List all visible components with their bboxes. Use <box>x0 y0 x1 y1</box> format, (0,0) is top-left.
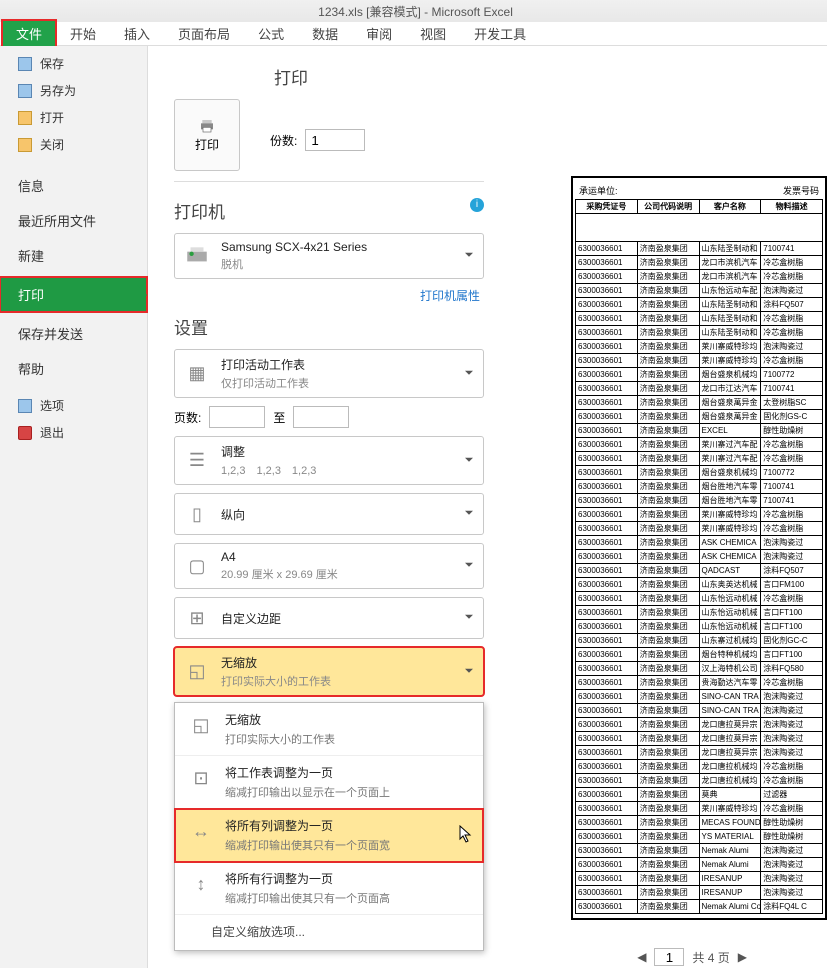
side-recent[interactable]: 最近所用文件 <box>0 203 147 238</box>
pager-next-icon[interactable]: ▶ <box>738 950 747 964</box>
settings-heading: 设置 <box>174 314 484 339</box>
side-open[interactable]: 打开 <box>0 104 147 131</box>
print-heading: 打印 <box>274 64 365 89</box>
printer-properties-link[interactable]: 打印机属性 <box>174 287 480 304</box>
tab-insert[interactable]: 插入 <box>110 20 164 47</box>
scaling-dropdown[interactable]: ◱ 无缩放 打印实际大小的工作表 <box>174 647 484 696</box>
side-info[interactable]: 信息 <box>0 168 147 203</box>
portrait-icon: ▯ <box>183 500 211 528</box>
scaling-option-none[interactable]: ◱ 无缩放 打印实际大小的工作表 <box>175 703 483 756</box>
printer-icon <box>199 118 215 134</box>
title-bar: 1234.xls [兼容模式] - Microsoft Excel <box>0 0 827 22</box>
printer-heading: 打印机 <box>174 198 225 223</box>
paper-dropdown[interactable]: ▢ A4 20.99 厘米 x 29.69 厘米 <box>174 543 484 589</box>
fit-rows-icon: ↕ <box>187 870 215 898</box>
pager: ◀ 共 4 页 ▶ <box>637 948 747 966</box>
copies-input[interactable] <box>305 129 365 151</box>
scaling-option-fit-rows[interactable]: ↕ 将所有行调整为一页 缩减打印输出使其只有一个页面高 <box>175 862 483 915</box>
pages-to: 至 <box>273 409 285 426</box>
pager-prev-icon[interactable]: ◀ <box>637 950 646 964</box>
tab-review[interactable]: 审阅 <box>352 20 406 47</box>
info-icon[interactable]: i <box>470 198 484 212</box>
ribbon: 文件 开始 插入 页面布局 公式 数据 审阅 视图 开发工具 <box>0 22 827 46</box>
options-icon <box>18 399 32 413</box>
orientation-dropdown[interactable]: ▯ 纵向 <box>174 493 484 535</box>
saveas-icon <box>18 84 32 98</box>
printer-name: Samsung SCX-4x21 Series <box>221 240 367 254</box>
tab-view[interactable]: 视图 <box>406 20 460 47</box>
preview-table: 采购凭证号公司代码说明客户名称物料描述 6300036601济南盈泉集团山东陆圣… <box>575 199 823 914</box>
cursor-icon <box>459 825 473 846</box>
print-button[interactable]: 打印 <box>174 99 240 171</box>
tab-formula[interactable]: 公式 <box>244 20 298 47</box>
tab-layout[interactable]: 页面布局 <box>164 20 244 47</box>
scaling-option-fit-sheet[interactable]: ⊡ 将工作表调整为一页 缩减打印输出以显示在一个页面上 <box>175 756 483 809</box>
side-close[interactable]: 关闭 <box>0 131 147 158</box>
sheet-icon: ▦ <box>183 360 211 388</box>
tab-home[interactable]: 开始 <box>56 20 110 47</box>
printer-status: 脱机 <box>221 256 367 272</box>
no-scaling-icon: ◱ <box>187 711 215 739</box>
scaling-popup: ◱ 无缩放 打印实际大小的工作表 ⊡ 将工作表调整为一页 缩减打印输出以显示在一… <box>174 702 484 951</box>
collate-icon: ☰ <box>183 447 211 475</box>
print-preview: 承运单位: 发票号码 采购凭证号公司代码说明客户名称物料描述 630003660… <box>571 176 827 920</box>
side-help[interactable]: 帮助 <box>0 351 147 386</box>
side-print[interactable]: 打印 <box>0 277 147 312</box>
save-icon <box>18 57 32 71</box>
side-send[interactable]: 保存并发送 <box>0 316 147 351</box>
page-from-input[interactable] <box>209 406 265 428</box>
pager-total: 共 4 页 <box>692 949 729 966</box>
side-exit[interactable]: 退出 <box>0 419 147 446</box>
open-icon <box>18 111 32 125</box>
side-saveas[interactable]: 另存为 <box>0 77 147 104</box>
scaling-custom[interactable]: 自定义缩放选项... <box>175 915 483 950</box>
print-what-dropdown[interactable]: ▦ 打印活动工作表 仅打印活动工作表 <box>174 349 484 398</box>
side-options[interactable]: 选项 <box>0 392 147 419</box>
side-new[interactable]: 新建 <box>0 238 147 273</box>
doc-title: 1234.xls [兼容模式] - Microsoft Excel <box>4 3 827 20</box>
printer-device-icon <box>183 242 211 270</box>
margins-icon: ⊞ <box>183 604 211 632</box>
fit-sheet-icon: ⊡ <box>187 764 215 792</box>
page-range: 页数: 至 <box>174 406 484 428</box>
pv-unit-label: 承运单位: <box>579 184 618 197</box>
tab-file[interactable]: 文件 <box>2 20 56 47</box>
collate-dropdown[interactable]: ☰ 调整 1,2,3 1,2,3 1,2,3 <box>174 436 484 485</box>
scaling-icon: ◱ <box>183 658 211 686</box>
printer-dropdown[interactable]: Samsung SCX-4x21 Series 脱机 <box>174 233 484 279</box>
backstage-sidemenu: 保存 另存为 打开 关闭 信息 最近所用文件 新建 打印 保存并发送 帮助 选项… <box>0 46 148 968</box>
scaling-option-fit-cols[interactable]: ↔ 将所有列调整为一页 缩减打印输出使其只有一个页面宽 <box>175 809 483 862</box>
tab-data[interactable]: 数据 <box>298 20 352 47</box>
side-save[interactable]: 保存 <box>0 50 147 77</box>
exit-icon <box>18 426 32 440</box>
pager-page-input[interactable] <box>654 948 684 966</box>
fit-cols-icon: ↔ <box>187 817 215 845</box>
tab-dev[interactable]: 开发工具 <box>460 20 540 47</box>
page-to-input[interactable] <box>293 406 349 428</box>
pv-invoice-label: 发票号码 <box>783 184 819 197</box>
copies-label: 份数: <box>270 132 297 149</box>
pages-label: 页数: <box>174 409 201 426</box>
close-icon <box>18 138 32 152</box>
page-icon: ▢ <box>183 552 211 580</box>
margins-dropdown[interactable]: ⊞ 自定义边距 <box>174 597 484 639</box>
